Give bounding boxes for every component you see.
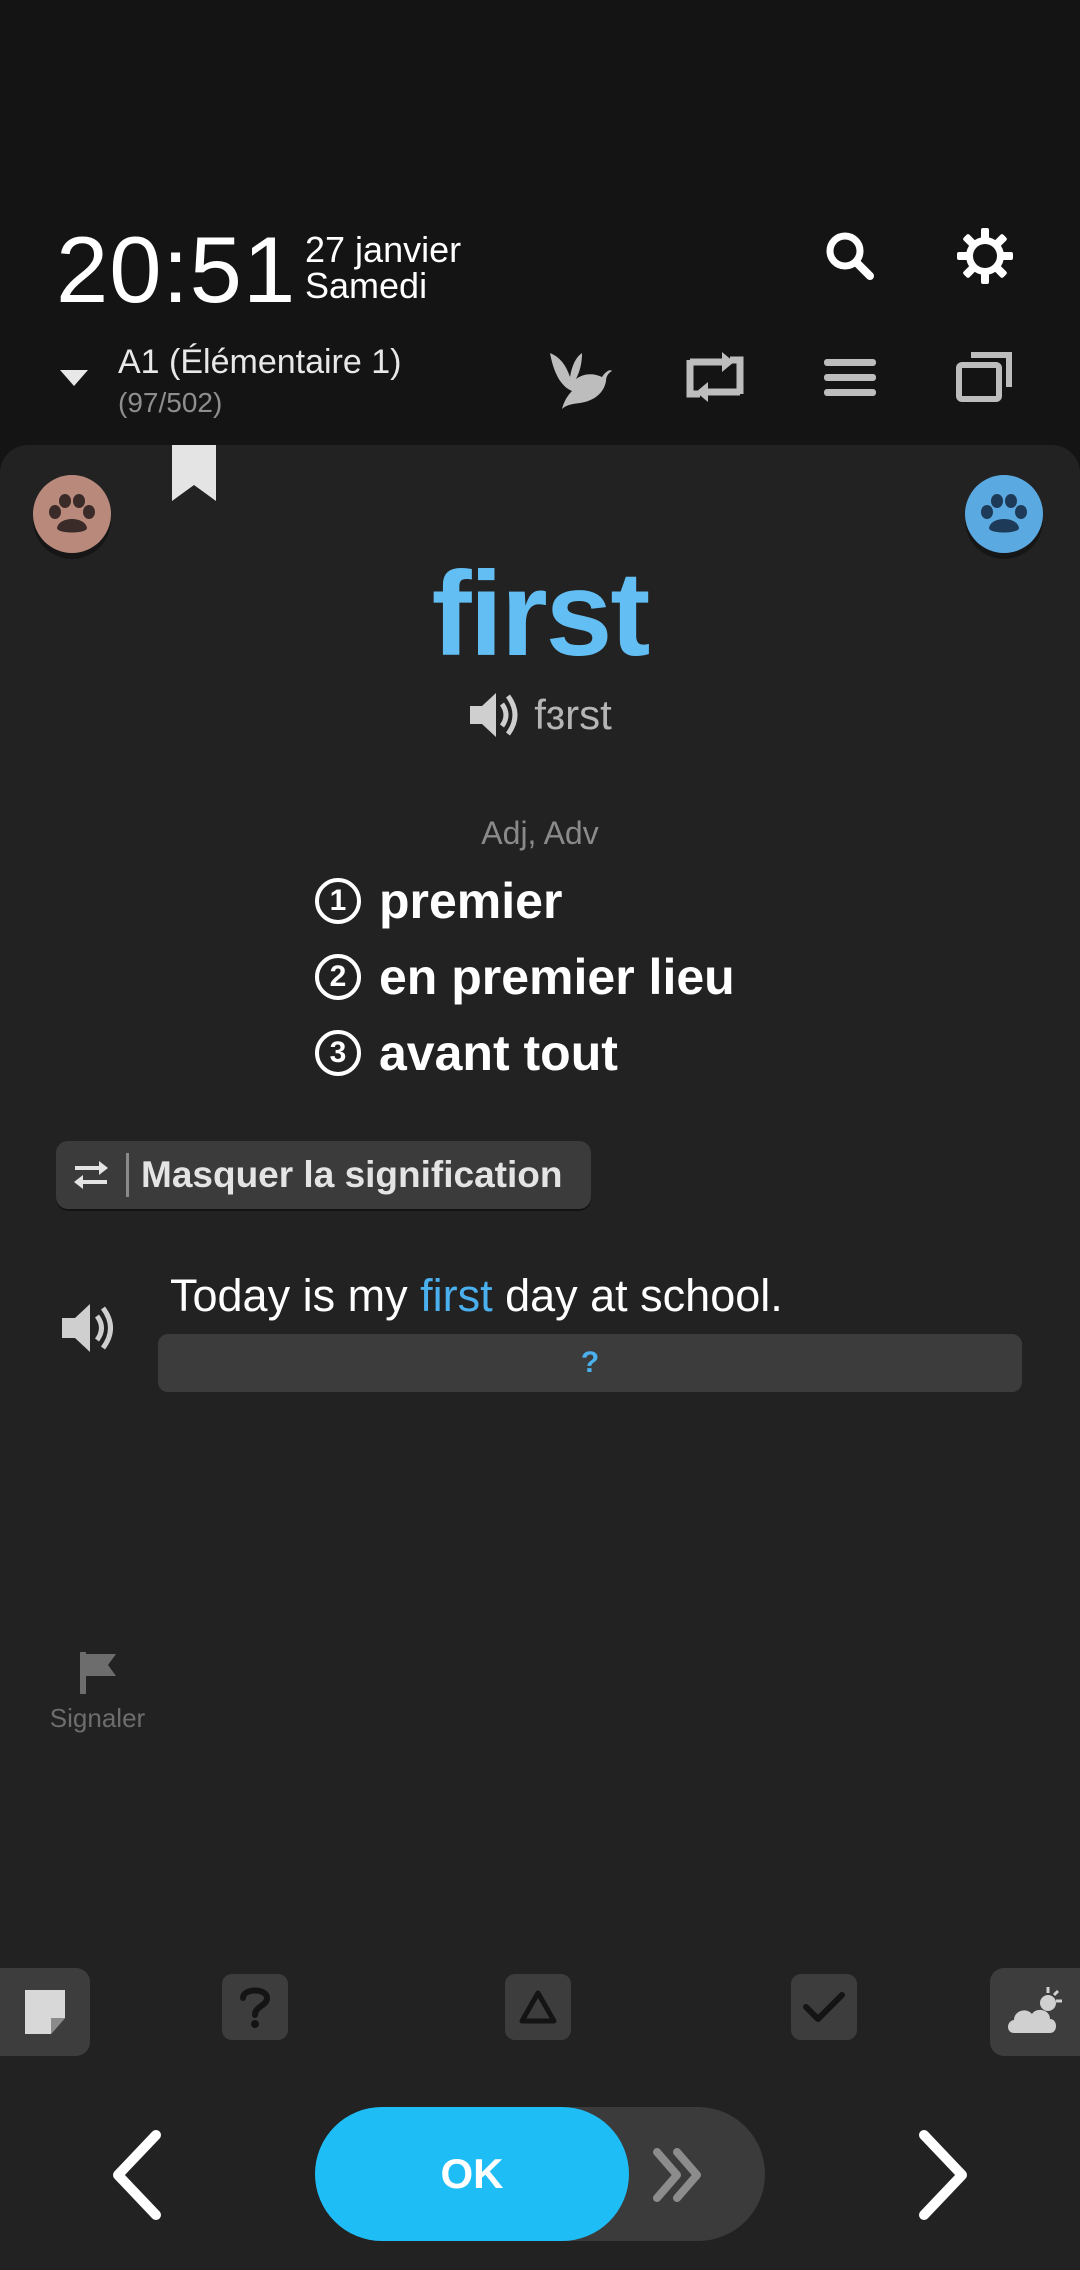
meaning-item: 1 premier xyxy=(315,863,735,939)
paw-icon xyxy=(981,494,1027,533)
pronunciation-row[interactable]: fɜrst xyxy=(0,690,1080,740)
meanings-list: 1 premier 2 en premier lieu 3 avant tout xyxy=(315,863,735,1091)
question-icon xyxy=(240,1987,271,2028)
date-display: 27 janvier Samedi xyxy=(305,232,461,304)
date-day: 27 janvier xyxy=(305,229,462,270)
search-button[interactable] xyxy=(810,216,890,296)
previous-arrow-icon[interactable] xyxy=(100,2125,170,2225)
part-of-speech: Adj, Adv xyxy=(481,815,599,851)
triangle-button[interactable] xyxy=(505,1974,571,2040)
divider xyxy=(126,1153,129,1197)
reveal-translation-button[interactable]: ? xyxy=(158,1334,1022,1392)
windows-button[interactable] xyxy=(940,332,1030,422)
level-selector[interactable]: A1 (Élémentaire 1) (97/502) xyxy=(40,335,500,425)
meaning-item: 3 avant tout xyxy=(315,1015,735,1091)
check-icon xyxy=(803,1992,845,2022)
example-text-before: Today is my xyxy=(170,1270,421,1321)
level-progress-count: (97/502) xyxy=(118,387,223,418)
flag-icon xyxy=(79,1652,116,1694)
swap-icon xyxy=(56,1158,126,1192)
windows-icon xyxy=(956,352,1012,402)
partly-cloudy-icon xyxy=(1008,1987,1062,2033)
meaning-text: premier xyxy=(379,873,563,929)
list-icon xyxy=(824,359,876,396)
repeat-button[interactable] xyxy=(670,332,760,422)
ok-button[interactable]: OK xyxy=(315,2107,629,2241)
vocab-word: first xyxy=(431,547,651,681)
bird-icon xyxy=(550,353,612,409)
next-arrow-icon[interactable] xyxy=(910,2125,980,2225)
example-highlight-word: first xyxy=(420,1270,493,1321)
meaning-text: en premier lieu xyxy=(379,949,735,1005)
search-icon xyxy=(826,232,874,280)
skip-double-chevron-icon[interactable] xyxy=(645,2140,715,2210)
check-button[interactable] xyxy=(791,1974,857,2040)
list-menu-button[interactable] xyxy=(805,332,895,422)
meaning-text: avant tout xyxy=(379,1025,618,1081)
note-button[interactable] xyxy=(0,1968,90,2056)
help-button[interactable] xyxy=(222,1974,288,2040)
meaning-number: 2 xyxy=(315,954,361,1000)
paw-icon xyxy=(49,494,95,533)
example-text-after: day at school. xyxy=(492,1270,783,1321)
pronunciation-text: fɜrst xyxy=(534,691,612,738)
settings-button[interactable] xyxy=(945,216,1025,296)
paw-button-left[interactable] xyxy=(33,475,111,553)
level-name: A1 (Élémentaire 1) xyxy=(118,343,402,381)
caret-down-icon xyxy=(60,370,88,386)
weather-button[interactable] xyxy=(990,1968,1080,2056)
repeat-icon xyxy=(686,352,744,402)
report-label: Signaler xyxy=(49,1703,146,1733)
bird-button[interactable] xyxy=(535,332,625,422)
example-speaker-icon[interactable] xyxy=(60,1300,120,1356)
meaning-number: 1 xyxy=(315,878,361,924)
sticky-note-icon xyxy=(25,1990,65,2034)
paw-button-right[interactable] xyxy=(965,475,1043,553)
hide-meaning-button[interactable]: Masquer la signification xyxy=(56,1141,591,1209)
clock-time: 20:51 xyxy=(56,217,297,322)
bookmark-icon[interactable] xyxy=(170,445,218,503)
example-sentence: Today is my first day at school. xyxy=(170,1270,783,1322)
report-button[interactable]: Signaler xyxy=(40,1650,155,1734)
triangle-icon xyxy=(519,1990,557,2024)
meaning-item: 2 en premier lieu xyxy=(315,939,735,1015)
hide-meaning-label: Masquer la signification xyxy=(141,1154,563,1195)
speaker-icon xyxy=(470,693,518,737)
gear-icon xyxy=(957,228,1013,284)
date-weekday: Samedi xyxy=(305,265,428,306)
meaning-number: 3 xyxy=(315,1030,361,1076)
